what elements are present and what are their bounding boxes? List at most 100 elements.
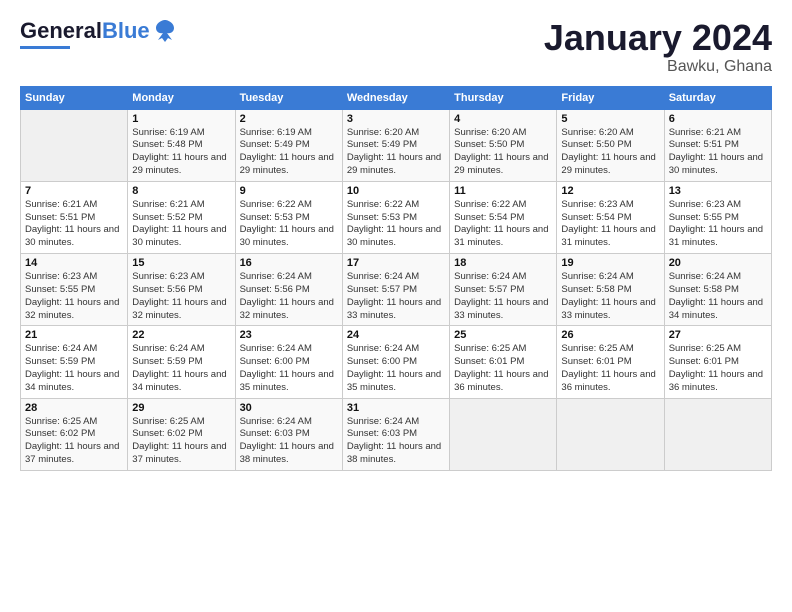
day-number: 29 bbox=[132, 402, 230, 414]
day-info: Sunrise: 6:22 AMSunset: 5:53 PMDaylight:… bbox=[347, 199, 445, 250]
day-number: 22 bbox=[132, 329, 230, 341]
day-number: 19 bbox=[561, 257, 659, 269]
table-row: 17 Sunrise: 6:24 AMSunset: 5:57 PMDaylig… bbox=[342, 254, 449, 326]
col-wednesday: Wednesday bbox=[342, 86, 449, 109]
calendar-week-row: 7 Sunrise: 6:21 AMSunset: 5:51 PMDayligh… bbox=[21, 181, 772, 253]
table-row: 20 Sunrise: 6:24 AMSunset: 5:58 PMDaylig… bbox=[664, 254, 771, 326]
day-number: 15 bbox=[132, 257, 230, 269]
day-info: Sunrise: 6:20 AMSunset: 5:50 PMDaylight:… bbox=[561, 127, 659, 178]
table-row: 9 Sunrise: 6:22 AMSunset: 5:53 PMDayligh… bbox=[235, 181, 342, 253]
day-number: 9 bbox=[240, 185, 338, 197]
day-number: 21 bbox=[25, 329, 123, 341]
day-number: 17 bbox=[347, 257, 445, 269]
day-number: 28 bbox=[25, 402, 123, 414]
day-number: 13 bbox=[669, 185, 767, 197]
day-info: Sunrise: 6:23 AMSunset: 5:56 PMDaylight:… bbox=[132, 271, 230, 322]
page-title: January 2024 bbox=[544, 18, 772, 58]
table-row: 29 Sunrise: 6:25 AMSunset: 6:02 PMDaylig… bbox=[128, 398, 235, 470]
day-info: Sunrise: 6:25 AMSunset: 6:02 PMDaylight:… bbox=[132, 416, 230, 467]
day-number: 5 bbox=[561, 113, 659, 125]
day-number: 16 bbox=[240, 257, 338, 269]
day-info: Sunrise: 6:22 AMSunset: 5:54 PMDaylight:… bbox=[454, 199, 552, 250]
table-row: 31 Sunrise: 6:24 AMSunset: 6:03 PMDaylig… bbox=[342, 398, 449, 470]
col-thursday: Thursday bbox=[450, 86, 557, 109]
table-row: 18 Sunrise: 6:24 AMSunset: 5:57 PMDaylig… bbox=[450, 254, 557, 326]
calendar-week-row: 1 Sunrise: 6:19 AMSunset: 5:48 PMDayligh… bbox=[21, 109, 772, 181]
logo-bird-icon bbox=[152, 18, 178, 44]
col-sunday: Sunday bbox=[21, 86, 128, 109]
table-row: 27 Sunrise: 6:25 AMSunset: 6:01 PMDaylig… bbox=[664, 326, 771, 398]
day-info: Sunrise: 6:20 AMSunset: 5:50 PMDaylight:… bbox=[454, 127, 552, 178]
day-info: Sunrise: 6:25 AMSunset: 6:01 PMDaylight:… bbox=[669, 343, 767, 394]
table-row: 8 Sunrise: 6:21 AMSunset: 5:52 PMDayligh… bbox=[128, 181, 235, 253]
day-info: Sunrise: 6:24 AMSunset: 6:00 PMDaylight:… bbox=[240, 343, 338, 394]
day-info: Sunrise: 6:25 AMSunset: 6:02 PMDaylight:… bbox=[25, 416, 123, 467]
page-subtitle: Bawku, Ghana bbox=[544, 58, 772, 76]
table-row: 3 Sunrise: 6:20 AMSunset: 5:49 PMDayligh… bbox=[342, 109, 449, 181]
day-number: 23 bbox=[240, 329, 338, 341]
day-info: Sunrise: 6:24 AMSunset: 6:03 PMDaylight:… bbox=[240, 416, 338, 467]
day-number: 14 bbox=[25, 257, 123, 269]
header: GeneralBlue January 2024 Bawku, Ghana bbox=[20, 18, 772, 76]
day-info: Sunrise: 6:21 AMSunset: 5:52 PMDaylight:… bbox=[132, 199, 230, 250]
day-number: 11 bbox=[454, 185, 552, 197]
day-number: 10 bbox=[347, 185, 445, 197]
logo-underline bbox=[20, 46, 70, 49]
day-info: Sunrise: 6:21 AMSunset: 5:51 PMDaylight:… bbox=[669, 127, 767, 178]
day-info: Sunrise: 6:24 AMSunset: 5:59 PMDaylight:… bbox=[132, 343, 230, 394]
day-number: 4 bbox=[454, 113, 552, 125]
day-info: Sunrise: 6:19 AMSunset: 5:48 PMDaylight:… bbox=[132, 127, 230, 178]
table-row: 26 Sunrise: 6:25 AMSunset: 6:01 PMDaylig… bbox=[557, 326, 664, 398]
day-info: Sunrise: 6:23 AMSunset: 5:54 PMDaylight:… bbox=[561, 199, 659, 250]
day-number: 24 bbox=[347, 329, 445, 341]
day-info: Sunrise: 6:22 AMSunset: 5:53 PMDaylight:… bbox=[240, 199, 338, 250]
table-row: 19 Sunrise: 6:24 AMSunset: 5:58 PMDaylig… bbox=[557, 254, 664, 326]
table-row: 1 Sunrise: 6:19 AMSunset: 5:48 PMDayligh… bbox=[128, 109, 235, 181]
day-info: Sunrise: 6:24 AMSunset: 5:58 PMDaylight:… bbox=[561, 271, 659, 322]
day-info: Sunrise: 6:25 AMSunset: 6:01 PMDaylight:… bbox=[454, 343, 552, 394]
col-saturday: Saturday bbox=[664, 86, 771, 109]
day-number: 12 bbox=[561, 185, 659, 197]
day-number: 18 bbox=[454, 257, 552, 269]
day-info: Sunrise: 6:23 AMSunset: 5:55 PMDaylight:… bbox=[25, 271, 123, 322]
day-info: Sunrise: 6:25 AMSunset: 6:01 PMDaylight:… bbox=[561, 343, 659, 394]
day-info: Sunrise: 6:24 AMSunset: 5:57 PMDaylight:… bbox=[454, 271, 552, 322]
table-row: 10 Sunrise: 6:22 AMSunset: 5:53 PMDaylig… bbox=[342, 181, 449, 253]
logo-text: GeneralBlue bbox=[20, 20, 150, 42]
calendar-header-row: Sunday Monday Tuesday Wednesday Thursday… bbox=[21, 86, 772, 109]
table-row: 23 Sunrise: 6:24 AMSunset: 6:00 PMDaylig… bbox=[235, 326, 342, 398]
day-number: 31 bbox=[347, 402, 445, 414]
table-row: 25 Sunrise: 6:25 AMSunset: 6:01 PMDaylig… bbox=[450, 326, 557, 398]
table-row bbox=[557, 398, 664, 470]
calendar-week-row: 21 Sunrise: 6:24 AMSunset: 5:59 PMDaylig… bbox=[21, 326, 772, 398]
day-number: 26 bbox=[561, 329, 659, 341]
day-info: Sunrise: 6:24 AMSunset: 6:03 PMDaylight:… bbox=[347, 416, 445, 467]
day-number: 20 bbox=[669, 257, 767, 269]
table-row bbox=[664, 398, 771, 470]
table-row: 12 Sunrise: 6:23 AMSunset: 5:54 PMDaylig… bbox=[557, 181, 664, 253]
day-info: Sunrise: 6:24 AMSunset: 6:00 PMDaylight:… bbox=[347, 343, 445, 394]
day-number: 25 bbox=[454, 329, 552, 341]
day-number: 27 bbox=[669, 329, 767, 341]
day-number: 30 bbox=[240, 402, 338, 414]
page: GeneralBlue January 2024 Bawku, Ghana Su… bbox=[0, 0, 792, 612]
calendar-table: Sunday Monday Tuesday Wednesday Thursday… bbox=[20, 86, 772, 471]
table-row: 28 Sunrise: 6:25 AMSunset: 6:02 PMDaylig… bbox=[21, 398, 128, 470]
table-row: 30 Sunrise: 6:24 AMSunset: 6:03 PMDaylig… bbox=[235, 398, 342, 470]
table-row: 7 Sunrise: 6:21 AMSunset: 5:51 PMDayligh… bbox=[21, 181, 128, 253]
day-info: Sunrise: 6:20 AMSunset: 5:49 PMDaylight:… bbox=[347, 127, 445, 178]
table-row: 5 Sunrise: 6:20 AMSunset: 5:50 PMDayligh… bbox=[557, 109, 664, 181]
col-friday: Friday bbox=[557, 86, 664, 109]
table-row: 16 Sunrise: 6:24 AMSunset: 5:56 PMDaylig… bbox=[235, 254, 342, 326]
table-row bbox=[450, 398, 557, 470]
table-row: 22 Sunrise: 6:24 AMSunset: 5:59 PMDaylig… bbox=[128, 326, 235, 398]
table-row: 21 Sunrise: 6:24 AMSunset: 5:59 PMDaylig… bbox=[21, 326, 128, 398]
day-number: 6 bbox=[669, 113, 767, 125]
day-info: Sunrise: 6:24 AMSunset: 5:57 PMDaylight:… bbox=[347, 271, 445, 322]
col-monday: Monday bbox=[128, 86, 235, 109]
day-info: Sunrise: 6:24 AMSunset: 5:56 PMDaylight:… bbox=[240, 271, 338, 322]
table-row: 2 Sunrise: 6:19 AMSunset: 5:49 PMDayligh… bbox=[235, 109, 342, 181]
day-info: Sunrise: 6:19 AMSunset: 5:49 PMDaylight:… bbox=[240, 127, 338, 178]
title-block: January 2024 Bawku, Ghana bbox=[544, 18, 772, 76]
logo: GeneralBlue bbox=[20, 18, 178, 49]
